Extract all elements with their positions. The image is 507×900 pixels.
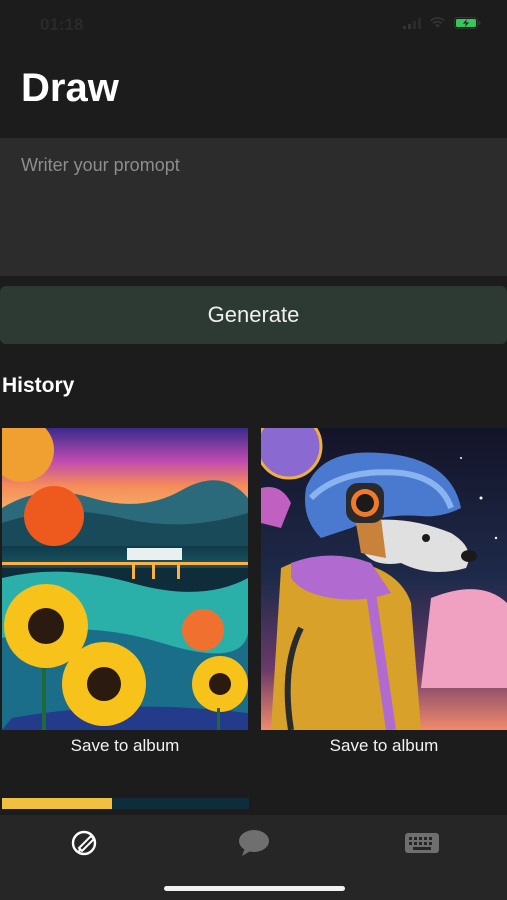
history-image-sunflowers[interactable] [2, 428, 248, 730]
tab-draw[interactable] [64, 823, 104, 863]
wifi-icon [430, 17, 445, 28]
keyboard-icon [405, 833, 439, 853]
status-time: 01:18 [40, 15, 84, 34]
history-image-dog[interactable] [261, 428, 507, 730]
history-item: Save to album [261, 428, 507, 756]
status-icons [403, 17, 481, 29]
history-item-partial[interactable] [2, 797, 249, 809]
history-item: Save to album [2, 428, 248, 756]
home-indicator [164, 886, 345, 891]
history-image-partial [2, 798, 249, 809]
prompt-input[interactable] [0, 138, 507, 276]
save-to-album-button[interactable]: Save to album [261, 736, 507, 756]
history-heading: History [2, 374, 75, 397]
tab-bar [0, 815, 507, 900]
save-to-album-button[interactable]: Save to album [2, 736, 248, 756]
tab-keyboard[interactable] [402, 823, 442, 863]
battery-charging-icon [454, 17, 481, 29]
chat-bubble-icon [239, 830, 269, 856]
status-bar: 01:18 [0, 0, 507, 50]
page-title: Draw [21, 66, 119, 110]
tab-chat[interactable] [234, 823, 274, 863]
draw-icon [71, 830, 97, 856]
generate-button[interactable]: Generate [0, 286, 507, 344]
signal-icon [403, 17, 421, 29]
